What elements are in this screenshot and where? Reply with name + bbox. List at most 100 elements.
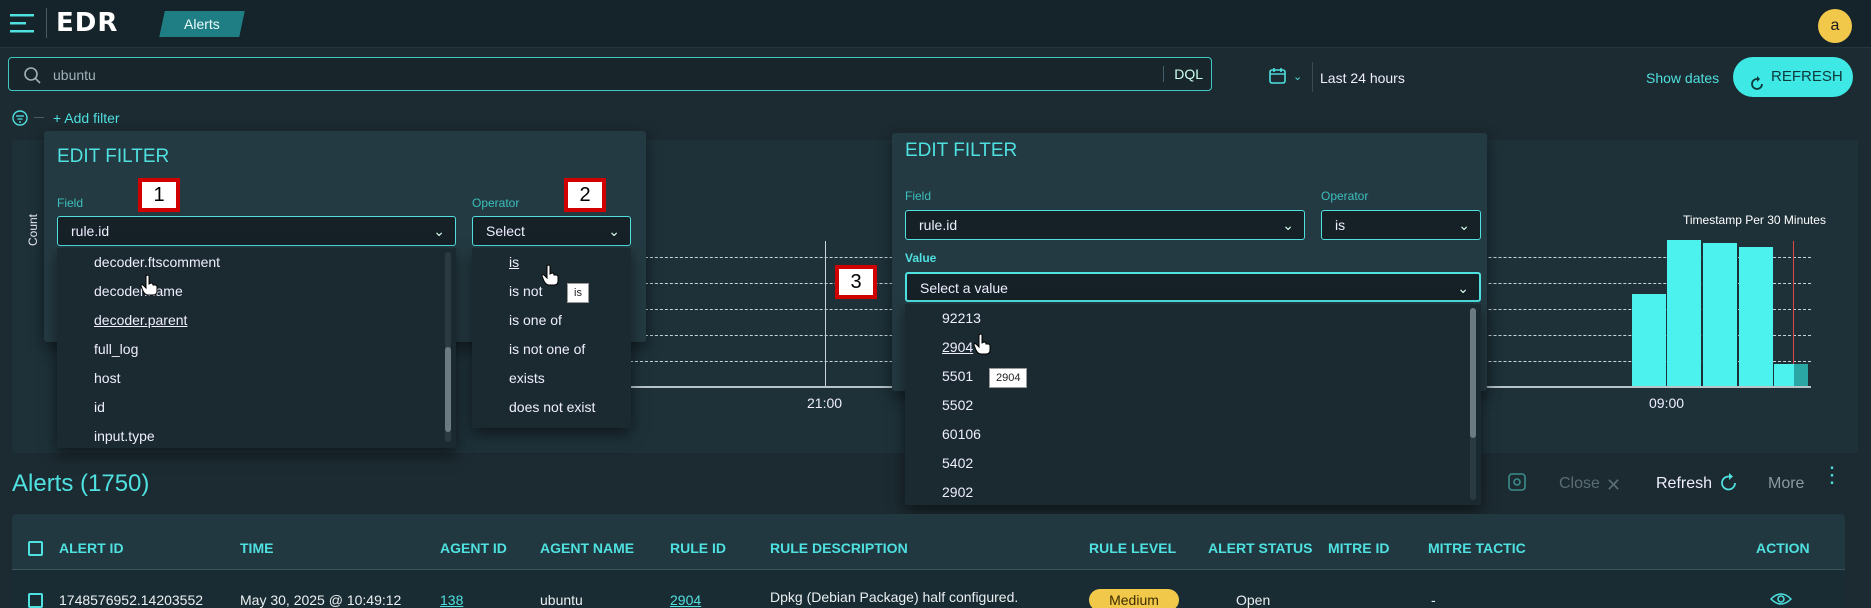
calendar-icon[interactable] <box>1268 66 1288 91</box>
breadcrumb-alerts[interactable]: Alerts <box>159 11 245 37</box>
value-option[interactable]: 60106 <box>942 426 981 442</box>
hand-cursor-icon <box>973 333 991 360</box>
chevron-down-icon: ⌄ <box>608 223 620 239</box>
operator-label: Operator <box>1321 189 1369 203</box>
more-vert-icon[interactable]: ⋮ <box>1821 464 1843 486</box>
alerts-title: Alerts (1750) <box>12 470 150 497</box>
edit-filter-title: EDIT FILTER <box>905 140 1018 161</box>
time-cursor-line <box>825 241 826 387</box>
field-option[interactable]: decoder.ftscomment <box>94 254 220 270</box>
chart-bar[interactable] <box>1667 240 1701 386</box>
value-option[interactable]: 2904 <box>942 339 973 355</box>
mitre-tactic-cell: - <box>1431 592 1436 608</box>
chart-bar[interactable] <box>1774 364 1794 386</box>
field-option[interactable]: input.type <box>94 428 155 444</box>
chevron-down-icon: ⌄ <box>1282 217 1294 233</box>
column-header[interactable]: AGENT ID <box>440 540 507 556</box>
select-all-checkbox[interactable] <box>28 541 43 556</box>
step-marker-1: 1 <box>138 178 180 212</box>
field-option[interactable]: host <box>94 370 120 386</box>
operator-option[interactable]: is not <box>509 283 542 299</box>
chart-bar[interactable] <box>1632 294 1666 386</box>
column-header[interactable]: MITRE TACTIC <box>1428 540 1526 556</box>
operator-option[interactable]: does not exist <box>509 399 595 415</box>
value-option[interactable]: 5402 <box>942 455 973 471</box>
avatar[interactable]: a <box>1818 9 1852 43</box>
scrollbar[interactable] <box>445 252 451 442</box>
chevron-down-icon: ⌄ <box>1458 217 1470 233</box>
alert-status-cell: Open <box>1236 592 1271 608</box>
field-select[interactable]: rule.id ⌄ <box>57 216 456 246</box>
view-icon[interactable] <box>1769 591 1793 608</box>
hand-cursor-icon <box>541 264 559 291</box>
operator-option[interactable]: is one of <box>509 312 562 328</box>
field-label: Field <box>57 196 84 210</box>
field-option[interactable]: id <box>94 399 105 415</box>
column-header[interactable]: RULE DESCRIPTION <box>770 540 908 556</box>
value-select[interactable]: Select a value ⌄ <box>905 272 1481 302</box>
chevron-down-icon[interactable]: ⌄ <box>1293 70 1302 83</box>
refresh-action[interactable]: Refresh <box>1656 475 1712 493</box>
column-header[interactable]: TIME <box>240 540 273 556</box>
divider <box>46 8 47 38</box>
search-input[interactable] <box>53 64 1153 86</box>
rule-id-link[interactable]: 2904 <box>670 592 701 608</box>
refresh-icon[interactable] <box>1718 472 1740 499</box>
value-option[interactable]: 5501 <box>942 368 973 384</box>
chart-bar[interactable] <box>1794 364 1808 386</box>
search-icon <box>23 66 41 89</box>
value-option[interactable]: 2902 <box>942 484 973 500</box>
column-header[interactable]: AGENT NAME <box>540 540 634 556</box>
column-header[interactable]: ALERT ID <box>59 540 124 556</box>
table-header <box>12 514 1845 570</box>
agent-name-cell: ubuntu <box>540 592 583 608</box>
show-dates-link[interactable]: Show dates <box>1646 70 1719 86</box>
time-cell: May 30, 2025 @ 10:49:12 <box>240 592 402 608</box>
more-action[interactable]: More <box>1768 475 1804 493</box>
column-header[interactable]: ACTION <box>1756 540 1810 556</box>
field-select[interactable]: rule.id ⌄ <box>905 210 1305 240</box>
operator-option[interactable]: exists <box>509 370 545 386</box>
close-icon[interactable]: ✕ <box>1606 475 1621 496</box>
dql-toggle[interactable]: DQL <box>1163 66 1203 82</box>
chart-bar[interactable] <box>1739 247 1773 386</box>
operator-option[interactable]: is not one of <box>509 341 585 357</box>
x-tick-label: 09:00 <box>1649 395 1685 411</box>
value-option[interactable]: 92213 <box>942 310 981 326</box>
row-checkbox[interactable] <box>28 593 43 608</box>
column-header[interactable]: ALERT STATUS <box>1208 540 1312 556</box>
operator-select[interactable]: is ⌄ <box>1321 210 1481 240</box>
refresh-icon <box>1749 68 1765 108</box>
chart-title: Timestamp Per 30 Minutes <box>1683 213 1826 227</box>
filter-icon[interactable] <box>12 110 30 131</box>
operator-label: Operator <box>472 196 520 210</box>
operator-select[interactable]: Select ⌄ <box>472 216 631 246</box>
refresh-button[interactable]: REFRESH <box>1733 57 1853 97</box>
chevron-down-icon: ⌄ <box>1457 280 1469 296</box>
chart-bar[interactable] <box>1703 243 1737 386</box>
scrollbar[interactable] <box>1470 308 1476 500</box>
field-option[interactable]: decoder.name <box>94 283 183 299</box>
tooltip: 2904 <box>989 368 1028 388</box>
field-option[interactable]: full_log <box>94 341 138 357</box>
agent-id-link[interactable]: 138 <box>440 592 463 608</box>
assign-icon[interactable] <box>1507 472 1529 499</box>
top-bar: EDR Alerts a <box>0 0 1871 48</box>
tooltip: is <box>567 283 589 303</box>
rule-level-badge: Medium <box>1089 589 1179 608</box>
value-label: Value <box>905 251 937 265</box>
search-bar[interactable]: DQL <box>8 57 1212 91</box>
hand-cursor-icon <box>140 274 158 301</box>
step-marker-3: 3 <box>835 265 877 299</box>
column-header[interactable]: RULE ID <box>670 540 726 556</box>
close-action[interactable]: Close <box>1559 475 1600 493</box>
value-option[interactable]: 5502 <box>942 397 973 413</box>
operator-option[interactable]: is <box>509 254 519 270</box>
alert-id-cell: 1748576952.14203552 <box>59 592 204 608</box>
column-header[interactable]: MITRE ID <box>1328 540 1389 556</box>
field-option[interactable]: decoder.parent <box>94 312 187 328</box>
menu-icon[interactable] <box>10 12 36 34</box>
date-range-label[interactable]: Last 24 hours <box>1320 70 1405 86</box>
add-filter-link[interactable]: + Add filter <box>53 110 120 126</box>
column-header[interactable]: RULE LEVEL <box>1089 540 1176 556</box>
